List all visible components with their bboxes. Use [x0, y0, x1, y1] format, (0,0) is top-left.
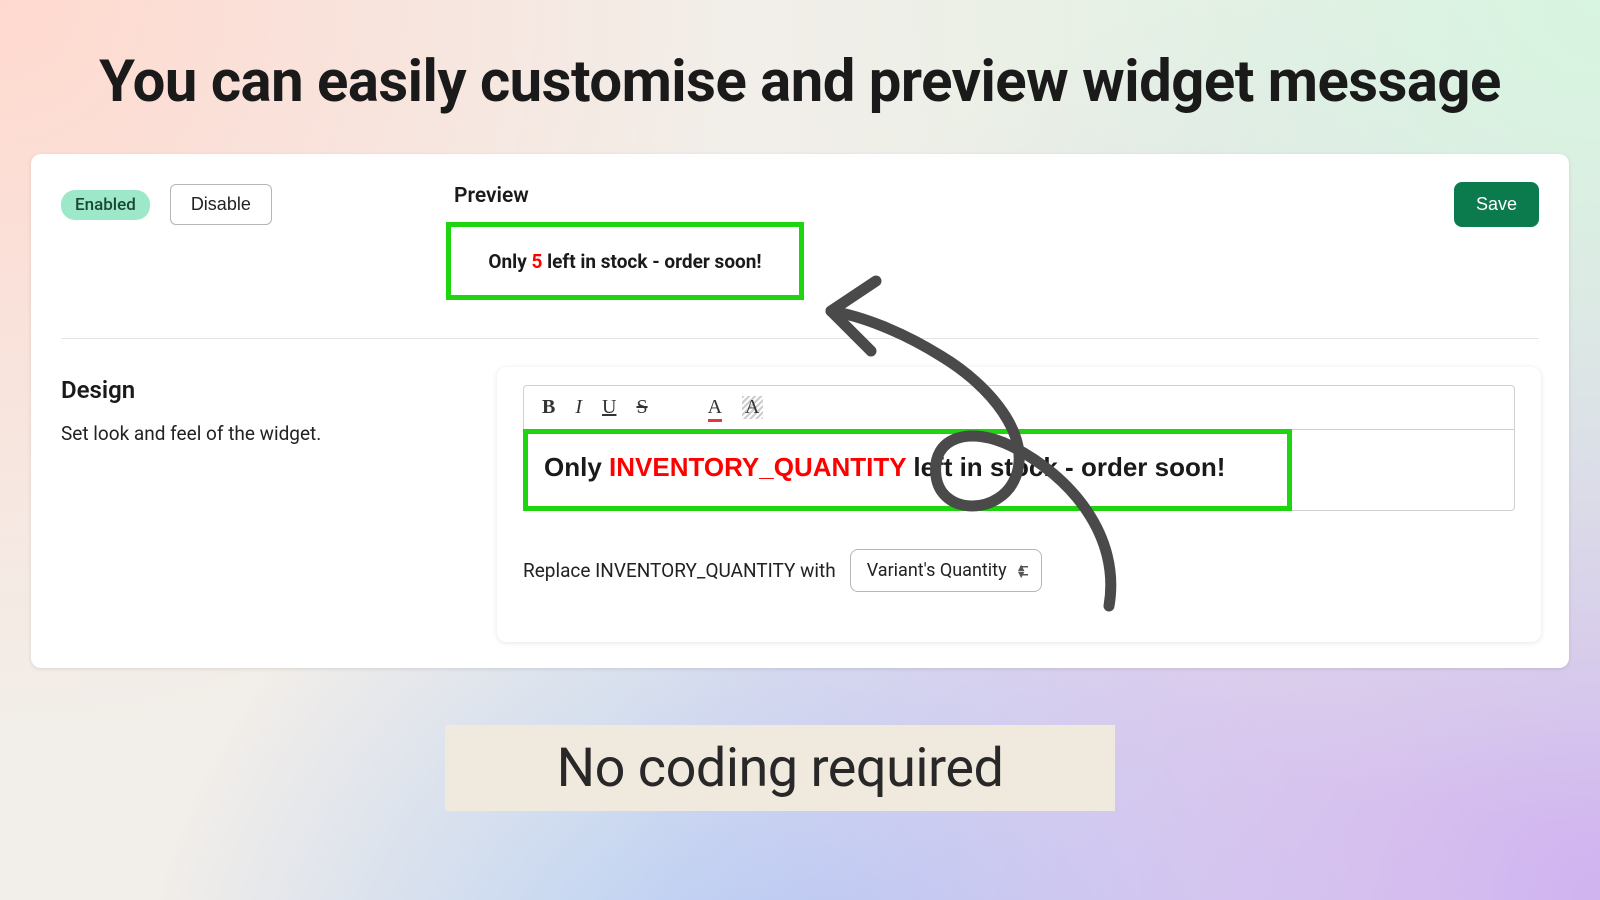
preview-text: Only 5 left in stock - order soon! [488, 250, 761, 273]
strikethrough-icon[interactable]: S [636, 396, 647, 419]
replace-select-value: Variant's Quantity [867, 560, 1007, 581]
settings-card: Enabled Disable Save Preview Only 5 left… [31, 154, 1569, 668]
design-section-subtitle: Set look and feel of the widget. [61, 422, 321, 445]
section-divider [61, 338, 1539, 339]
select-caret-icon: ▲▼ [1016, 564, 1027, 578]
editor-toolbar: B I U S A A [523, 385, 1515, 429]
replace-row: Replace INVENTORY_QUANTITY with Variant'… [523, 549, 1042, 592]
subheadline-text: No coding required [557, 737, 1004, 800]
editor-text-after: left in stock - order soon! [906, 452, 1225, 482]
preview-label: Preview [454, 184, 529, 208]
editor-text-before: Only [544, 452, 609, 482]
save-button[interactable]: Save [1454, 182, 1539, 227]
subheadline-box: No coding required [445, 725, 1115, 811]
top-row: Enabled Disable Save [61, 184, 1539, 225]
editor-panel: B I U S A A Only INVENTORY_QUANTITY left… [497, 367, 1541, 642]
text-color-icon[interactable]: A [708, 396, 722, 419]
page-background: You can easily customise and preview wid… [0, 0, 1600, 900]
editor-content: Only INVENTORY_QUANTITY left in stock - … [544, 452, 1225, 483]
italic-icon[interactable]: I [575, 396, 582, 419]
preview-text-before: Only [488, 250, 531, 273]
page-headline: You can easily customise and preview wid… [0, 48, 1600, 116]
status-badge: Enabled [61, 190, 150, 220]
editor-variable: INVENTORY_QUANTITY [609, 452, 906, 482]
design-section-title: Design [61, 376, 135, 404]
bold-icon[interactable]: B [542, 396, 555, 419]
message-editor-input[interactable]: Only INVENTORY_QUANTITY left in stock - … [523, 429, 1515, 511]
underline-icon[interactable]: U [602, 396, 616, 419]
replace-select[interactable]: Variant's Quantity ▲▼ [850, 549, 1042, 592]
disable-button[interactable]: Disable [170, 184, 272, 225]
preview-highlight-box: Only 5 left in stock - order soon! [446, 222, 804, 300]
preview-quantity: 5 [532, 250, 543, 273]
text-highlight-icon[interactable]: A [742, 396, 762, 419]
preview-text-after: left in stock - order soon! [542, 250, 761, 273]
replace-label: Replace INVENTORY_QUANTITY with [523, 559, 836, 582]
